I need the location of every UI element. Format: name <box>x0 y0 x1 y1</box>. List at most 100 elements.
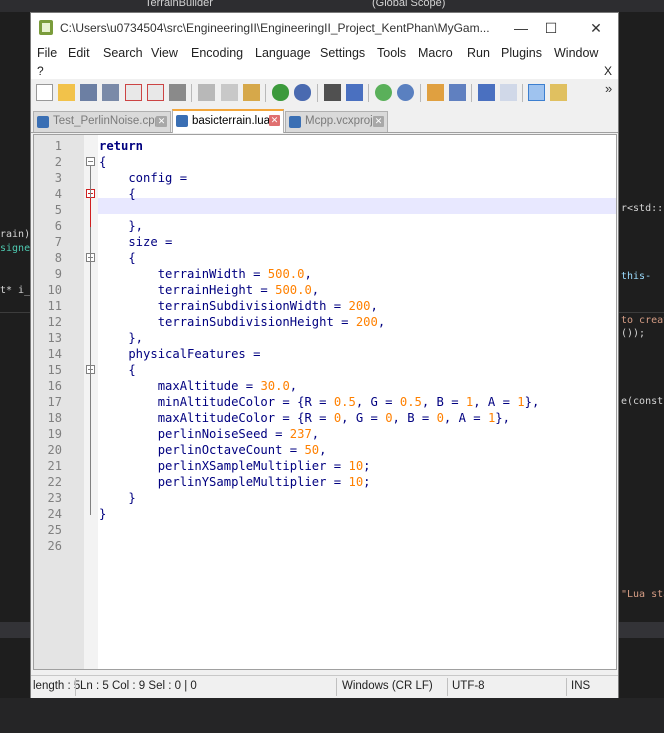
menu-settings[interactable]: Settings <box>320 46 365 60</box>
code-editor[interactable]: 1 return 2 {3 config = 4 {5 6 }, 7 size = 8 {9… <box>33 134 617 670</box>
close-button[interactable]: ✕ <box>581 18 611 38</box>
print-icon[interactable] <box>169 84 186 101</box>
code-line[interactable]: { <box>99 363 135 377</box>
toolbar-separator <box>471 84 472 102</box>
tab-basicterrain[interactable]: basicterrain.lua ✕ <box>172 109 284 133</box>
line-number: 16 <box>47 379 62 393</box>
tab-test-perlinnoise[interactable]: Test_PerlinNoise.cpp ✕ <box>33 111 171 132</box>
tab-close-icon[interactable]: ✕ <box>269 115 280 126</box>
code-line[interactable]: terrainSubdivisionWidth = 200, <box>99 299 378 313</box>
menu-file[interactable]: File <box>37 46 57 60</box>
code-line[interactable]: perlinOctaveCount = 50, <box>99 443 327 457</box>
tab-mcpp-vcxproj[interactable]: Mcpp.vcxproj ✕ <box>285 111 388 132</box>
indent-guide-icon[interactable] <box>528 84 545 101</box>
tab-bar: Test_PerlinNoise.cpp ✕ basicterrain.lua … <box>31 109 618 133</box>
menu-view[interactable]: View <box>151 46 178 60</box>
code-line[interactable]: perlinNoiseSeed = 237, <box>99 427 319 441</box>
current-line-highlight <box>98 198 616 214</box>
cut-icon[interactable] <box>198 84 215 101</box>
zoom-out-icon[interactable] <box>397 84 414 101</box>
menu-run[interactable]: Run <box>467 46 490 60</box>
code-line[interactable]: maxAltitude = 30.0, <box>99 379 297 393</box>
zoom-in-icon[interactable] <box>375 84 392 101</box>
title-bar[interactable]: C:\Users\u0734504\src\EngineeringII\Engi… <box>31 13 618 43</box>
copy-icon[interactable] <box>221 84 238 101</box>
tab-label: basicterrain.lua <box>192 115 270 127</box>
code-line[interactable]: terrainHeight = 500.0, <box>99 283 319 297</box>
file-icon <box>37 116 49 128</box>
menu-encoding[interactable]: Encoding <box>191 46 243 60</box>
ide-code-snippet: signe <box>0 243 31 254</box>
tab-close-icon[interactable]: ✕ <box>373 116 384 127</box>
code-line[interactable]: config = <box>99 171 187 185</box>
line-number: 23 <box>47 491 62 505</box>
code-line[interactable]: } <box>99 507 106 521</box>
code-line[interactable]: }, <box>99 219 143 233</box>
line-number: 13 <box>47 331 62 345</box>
undo-icon[interactable] <box>272 84 289 101</box>
code-line[interactable]: maxAltitudeColor = {R = 0, G = 0, B = 0,… <box>99 411 510 425</box>
fold-guide-line <box>90 198 91 227</box>
code-line[interactable]: perlinYSampleMultiplier = 10; <box>99 475 371 489</box>
code-line[interactable]: minAltitudeColor = {R = 0.5, G = 0.5, B … <box>99 395 540 409</box>
menu-language[interactable]: Language <box>255 46 311 60</box>
line-number: 8 <box>54 251 62 265</box>
maximize-button[interactable]: ☐ <box>536 18 566 38</box>
code-line[interactable]: } <box>99 491 135 505</box>
doc-map-icon[interactable] <box>550 84 567 101</box>
line-number: 10 <box>47 283 62 297</box>
save-icon[interactable] <box>80 84 97 101</box>
sync-h-icon[interactable] <box>449 84 466 101</box>
code-line[interactable]: perlinXSampleMultiplier = 10; <box>99 459 371 473</box>
code-line[interactable]: }, <box>99 331 143 345</box>
toolbar: » <box>31 79 618 107</box>
code-line[interactable]: { <box>99 155 106 169</box>
save-all-icon[interactable] <box>102 84 119 101</box>
toolbar-separator <box>368 84 369 102</box>
close-icon[interactable] <box>125 84 142 101</box>
ide-code-snippet: r<std::s <box>621 203 664 214</box>
ide-project-dropdown[interactable]: TerrainBuilder <box>145 0 213 9</box>
open-file-icon[interactable] <box>58 84 75 101</box>
menu-window[interactable]: Window <box>554 46 598 60</box>
code-line[interactable]: { <box>99 251 135 265</box>
sync-v-icon[interactable] <box>427 84 444 101</box>
line-number: 15 <box>47 363 62 377</box>
minimize-button[interactable]: — <box>506 18 536 38</box>
status-bar: length : 5 Ln : 5 Col : 9 Sel : 0 | 0 Wi… <box>31 675 618 698</box>
code-line[interactable]: { <box>99 187 135 201</box>
menu-search[interactable]: Search <box>103 46 143 60</box>
menu-edit[interactable]: Edit <box>68 46 90 60</box>
ide-divider <box>619 312 664 313</box>
show-all-chars-icon[interactable] <box>500 84 517 101</box>
code-line[interactable]: size = <box>99 235 172 249</box>
redo-icon[interactable] <box>294 84 311 101</box>
code-line[interactable] <box>99 203 158 217</box>
code-line[interactable]: terrainWidth = 500.0, <box>99 267 312 281</box>
tab-close-icon[interactable]: ✕ <box>156 116 167 127</box>
close-document-button[interactable]: X <box>604 64 612 78</box>
fold-toggle-icon[interactable] <box>86 157 95 166</box>
fold-guide-line <box>90 374 91 499</box>
menu-tools[interactable]: Tools <box>377 46 406 60</box>
close-all-icon[interactable] <box>147 84 164 101</box>
menu-plugins[interactable]: Plugins <box>501 46 542 60</box>
ide-code-snippet: rain) <box>0 229 31 240</box>
code-line[interactable]: terrainSubdivisionHeight = 200, <box>99 315 385 329</box>
toolbar-overflow-button[interactable]: » <box>605 81 612 96</box>
word-wrap-icon[interactable] <box>478 84 495 101</box>
ide-code-snippet: t* i_ <box>0 285 31 296</box>
file-icon <box>289 116 301 128</box>
find-icon[interactable] <box>324 84 341 101</box>
menu-help[interactable]: ? <box>37 64 44 78</box>
fold-margin <box>84 135 98 669</box>
code-line[interactable]: physicalFeatures = <box>99 347 260 361</box>
ide-scope-dropdown[interactable]: (Global Scope) <box>372 0 445 9</box>
new-file-icon[interactable] <box>36 84 53 101</box>
paste-icon[interactable] <box>243 84 260 101</box>
code-line[interactable]: return <box>99 139 143 153</box>
replace-icon[interactable] <box>346 84 363 101</box>
menu-macro[interactable]: Macro <box>418 46 453 60</box>
status-mode: INS <box>571 680 591 692</box>
line-number: 20 <box>47 443 62 457</box>
